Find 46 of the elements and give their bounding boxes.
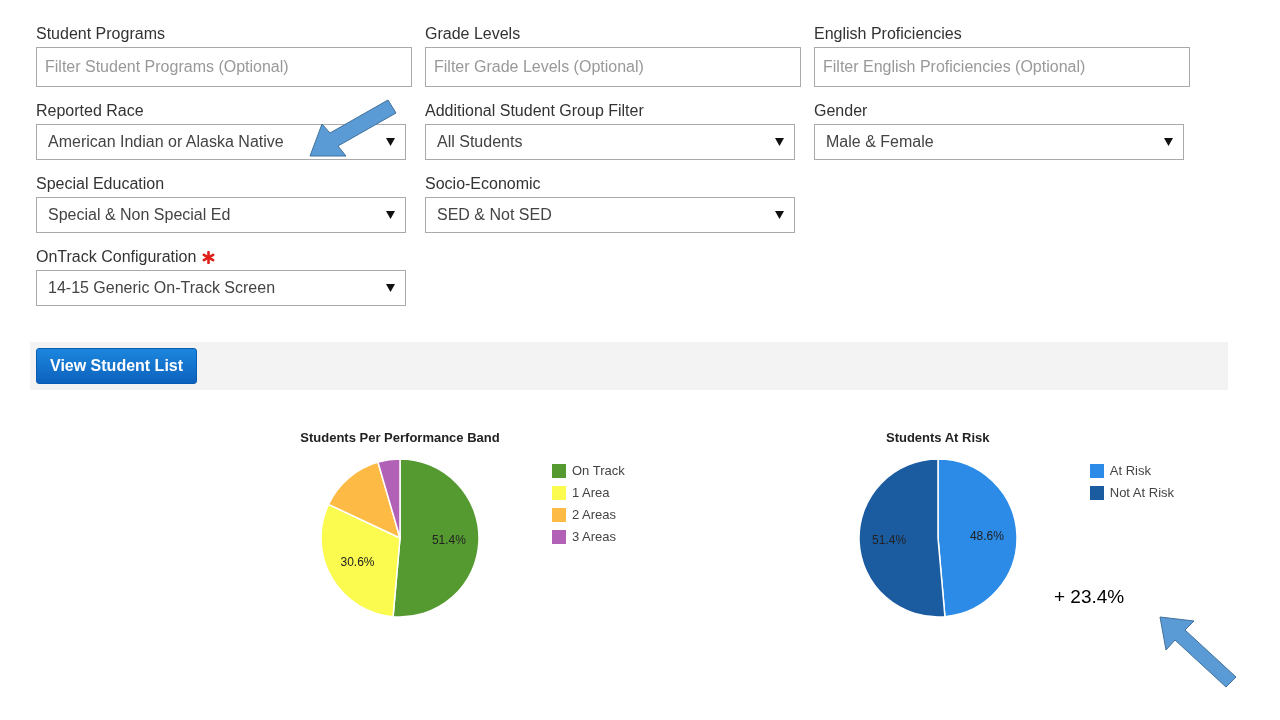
legend-label: At Risk: [1109, 463, 1151, 478]
slice-label: 51.4%: [431, 533, 466, 548]
chart-title: Students Per Performance Band: [300, 430, 500, 445]
filter-input[interactable]: Filter English Proficiencies (Optional): [814, 47, 1190, 87]
field-label: Reported Race: [36, 102, 144, 120]
legend-label: On Track: [572, 463, 625, 478]
field-label: Grade Levels: [425, 25, 521, 43]
caret-icon: [386, 138, 395, 146]
legend-label: Not At Risk: [1109, 485, 1175, 500]
legend-label: 3 Areas: [572, 529, 617, 544]
caret-icon: [775, 211, 784, 219]
filter-input[interactable]: Filter Student Programs (Optional): [36, 47, 412, 87]
arrow-icon: [308, 98, 398, 158]
field-label: Special Education: [36, 175, 165, 193]
slice-label: 48.6%: [969, 528, 1004, 543]
legend-label: 1 Area: [572, 485, 610, 500]
view-student-list-button[interactable]: View Student List: [36, 348, 198, 384]
chart-title: Students At Risk: [886, 430, 990, 445]
filter-input[interactable]: Filter Grade Levels (Optional): [425, 47, 801, 87]
dropdown[interactable]: 14-15 Generic On-Track Screen: [36, 270, 406, 306]
dropdown[interactable]: Male & Female: [814, 124, 1184, 160]
legend-swatch: [552, 507, 566, 522]
legend-label: 2 Areas: [572, 507, 617, 522]
caret-icon: [1164, 138, 1173, 146]
caret-icon: [386, 284, 395, 292]
dropdown[interactable]: American Indian or Alaska Native: [36, 124, 406, 160]
legend-swatch: [1089, 485, 1104, 500]
caret-icon: [386, 211, 395, 219]
dropdown[interactable]: All Students: [425, 124, 795, 160]
field-label: Gender: [814, 102, 868, 120]
legend-swatch: [552, 529, 566, 544]
caret-icon: [775, 138, 784, 146]
legend-swatch: [552, 485, 566, 500]
legend-swatch: [1089, 463, 1104, 478]
field-label: OnTrack Configuration: [36, 248, 197, 266]
legend-swatch: [552, 463, 566, 478]
field-label: English Proficiencies: [814, 25, 962, 43]
annotation-text: + 23.4%: [1054, 586, 1125, 608]
arrow-icon: [1158, 615, 1238, 689]
field-label: Socio-Economic: [425, 175, 541, 193]
field-label: Additional Student Group Filter: [425, 102, 644, 120]
slice-label: 51.4%: [871, 533, 906, 548]
slice-label: 30.6%: [340, 555, 375, 570]
field-label: Student Programs: [36, 25, 165, 43]
dropdown[interactable]: Special & Non Special Ed: [36, 197, 406, 233]
dropdown[interactable]: SED & Not SED: [425, 197, 795, 233]
